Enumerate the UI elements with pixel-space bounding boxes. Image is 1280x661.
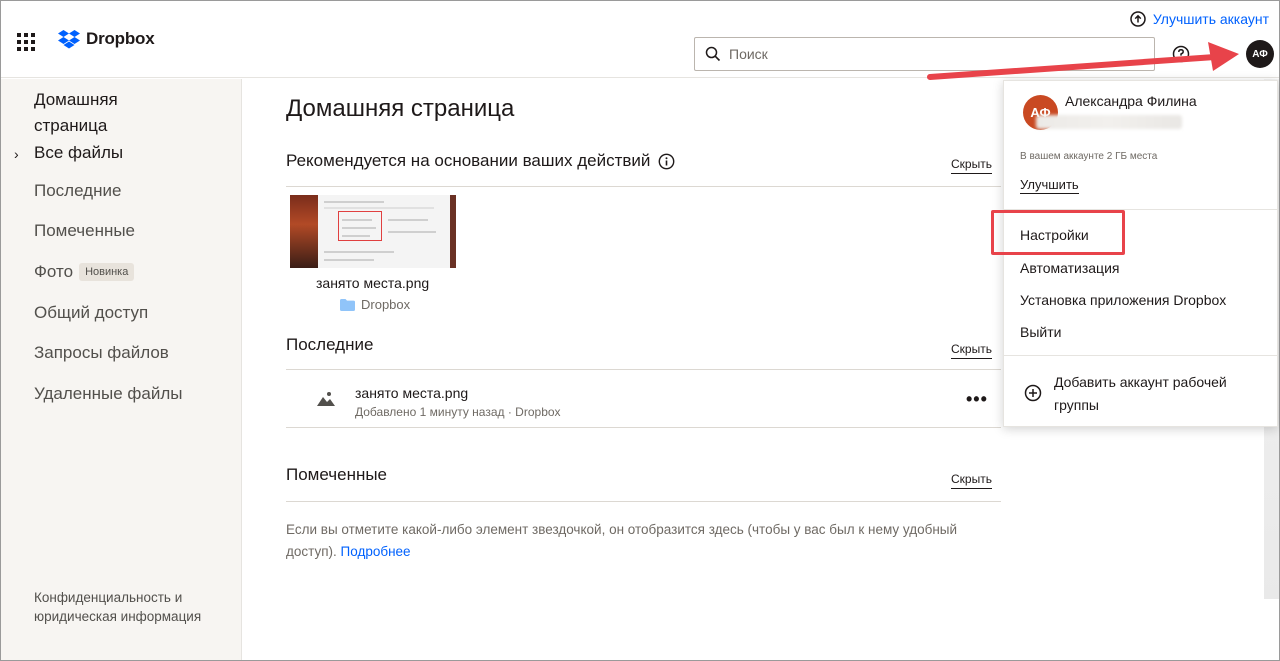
dropbox-logo-icon bbox=[58, 29, 80, 48]
menu-separator bbox=[1004, 209, 1277, 210]
sidebar-item-photos[interactable]: Фото Новинка bbox=[34, 259, 135, 285]
menu-item-settings[interactable]: Настройки bbox=[1020, 227, 1089, 243]
account-menu: АФ Александра Филина В вашем аккаунте 2 … bbox=[1003, 80, 1278, 427]
account-user-name: Александра Филина bbox=[1065, 93, 1197, 109]
learn-more-link[interactable]: Подробнее bbox=[341, 544, 411, 559]
recommended-title-text: Рекомендуется на основании ваших действи… bbox=[286, 151, 651, 170]
menu-item-automation[interactable]: Автоматизация bbox=[1020, 260, 1119, 276]
upgrade-account-link[interactable]: Улучшить аккаунт bbox=[1130, 11, 1269, 27]
top-bar: Dropbox Улучшить аккаунт АФ bbox=[1, 1, 1279, 78]
sidebar-item-recent[interactable]: Последние bbox=[34, 178, 121, 204]
info-icon[interactable] bbox=[658, 153, 675, 170]
recent-divider-top bbox=[286, 369, 1001, 370]
folder-icon bbox=[340, 298, 355, 311]
menu-upgrade-link[interactable]: Улучшить bbox=[1020, 177, 1079, 194]
sidebar-item-starred[interactable]: Помеченные bbox=[34, 218, 135, 244]
sidebar-nav: Домашняя страница › Все файлы Последние … bbox=[1, 79, 242, 660]
recommended-file-name[interactable]: занято места.png bbox=[316, 275, 429, 291]
menu-separator bbox=[1004, 355, 1277, 356]
account-avatar-button[interactable]: АФ bbox=[1246, 40, 1274, 68]
sidebar-item-file-requests[interactable]: Запросы файлов bbox=[34, 340, 169, 366]
image-file-icon bbox=[317, 392, 335, 406]
bell-icon[interactable] bbox=[1213, 45, 1229, 63]
brand-name: Dropbox bbox=[86, 29, 155, 48]
plus-circle-icon bbox=[1024, 384, 1042, 402]
arrow-up-circle-icon bbox=[1130, 11, 1146, 27]
starred-section-title: Помеченные bbox=[286, 465, 388, 484]
recent-section-title: Последние bbox=[286, 335, 374, 354]
help-icon[interactable] bbox=[1172, 45, 1190, 63]
page-title: Домашняя страница bbox=[286, 95, 515, 122]
app-grid-icon[interactable] bbox=[17, 33, 35, 51]
starred-empty-message: Если вы отметите какой-либо элемент звез… bbox=[286, 519, 998, 563]
recent-file-row[interactable]: занято места.png Добавлено 1 минуту наза… bbox=[286, 371, 1001, 427]
sidebar-item-home[interactable]: Домашняя страница bbox=[34, 87, 164, 139]
search-input[interactable] bbox=[729, 46, 1129, 62]
sidebar-item-photos-label: Фото bbox=[34, 262, 74, 281]
search-icon bbox=[705, 46, 721, 62]
sidebar-item-shared[interactable]: Общий доступ bbox=[34, 300, 148, 326]
recent-divider-bottom bbox=[286, 427, 1001, 428]
recent-file-meta: Добавлено 1 минуту назад · Dropbox bbox=[355, 405, 561, 419]
sidebar-item-deleted-files[interactable]: Удаленные файлы bbox=[34, 381, 182, 407]
add-team-account-button[interactable]: Добавить аккаунт рабочей группы bbox=[1024, 371, 1254, 417]
starred-hide-button[interactable]: Скрыть bbox=[951, 472, 992, 489]
more-options-icon[interactable]: ••• bbox=[966, 389, 988, 410]
menu-item-sign-out[interactable]: Выйти bbox=[1020, 324, 1061, 340]
new-badge: Новинка bbox=[79, 263, 135, 281]
add-team-account-label: Добавить аккаунт рабочей группы bbox=[1054, 374, 1227, 413]
upgrade-account-label: Улучшить аккаунт bbox=[1152, 11, 1269, 27]
dropbox-logo[interactable]: Dropbox bbox=[58, 29, 155, 49]
chevron-right-icon[interactable]: › bbox=[14, 146, 19, 162]
privacy-legal-link[interactable]: Конфиденциальность и юридическая информа… bbox=[34, 589, 214, 626]
recent-hide-button[interactable]: Скрыть bbox=[951, 342, 992, 359]
recommended-folder-label: Dropbox bbox=[361, 297, 411, 312]
recommended-divider bbox=[286, 186, 1001, 187]
menu-item-install-app[interactable]: Установка приложения Dropbox bbox=[1020, 292, 1226, 308]
search-box[interactable] bbox=[694, 37, 1155, 71]
recommended-file-folder[interactable]: Dropbox bbox=[340, 297, 410, 312]
recommended-hide-button[interactable]: Скрыть bbox=[951, 157, 992, 174]
starred-divider bbox=[286, 501, 1001, 502]
sidebar-item-all-files[interactable]: Все файлы bbox=[34, 140, 123, 166]
account-quota-text: В вашем аккаунте 2 ГБ места bbox=[1020, 151, 1158, 162]
recommended-section-title: Рекомендуется на основании ваших действи… bbox=[286, 151, 675, 171]
account-email-redacted bbox=[1036, 115, 1182, 129]
recent-file-name[interactable]: занято места.png bbox=[355, 385, 468, 401]
file-thumbnail[interactable] bbox=[290, 195, 456, 268]
